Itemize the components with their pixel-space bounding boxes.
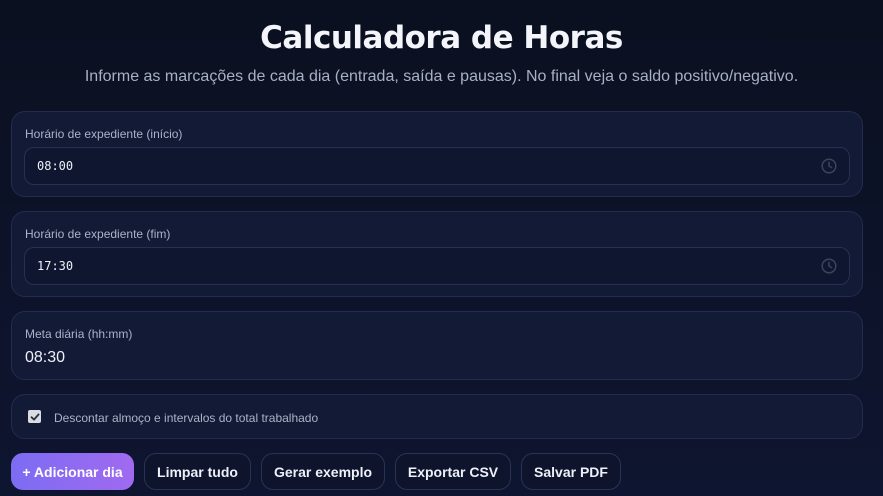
start-time-card: Horário de expediente (início) 08:00: [11, 111, 863, 197]
end-time-label: Horário de expediente (fim): [25, 227, 171, 241]
daily-goal-input[interactable]: 08:30: [25, 349, 65, 367]
generate-example-button[interactable]: Gerar exemplo: [261, 453, 385, 490]
daily-goal-label: Meta diária (hh:mm): [25, 327, 133, 341]
discount-breaks-card: Descontar almoço e intervalos do total t…: [11, 394, 863, 439]
end-time-input[interactable]: 17:30: [24, 247, 850, 285]
discount-breaks-label: Descontar almoço e intervalos do total t…: [54, 411, 319, 425]
clear-all-button[interactable]: Limpar tudo: [144, 453, 251, 490]
add-day-button[interactable]: + Adicionar dia: [11, 453, 134, 490]
start-time-input[interactable]: 08:00: [24, 147, 850, 185]
clock-icon[interactable]: [821, 158, 837, 174]
clock-icon[interactable]: [821, 258, 837, 274]
save-pdf-button[interactable]: Salvar PDF: [521, 453, 621, 490]
start-time-label: Horário de expediente (início): [25, 127, 183, 141]
page-subtitle: Informe as marcações de cada dia (entrad…: [84, 68, 799, 85]
end-time-card: Horário de expediente (fim) 17:30: [11, 211, 863, 297]
end-time-value: 17:30: [37, 259, 74, 273]
page-title: Calculadora de Horas: [260, 20, 623, 56]
daily-goal-card: Meta diária (hh:mm) 08:30: [11, 311, 863, 380]
discount-breaks-checkbox[interactable]: [28, 410, 41, 423]
checkmark-icon: [30, 413, 39, 420]
start-time-value: 08:00: [37, 159, 74, 173]
export-csv-button[interactable]: Exportar CSV: [395, 453, 511, 490]
